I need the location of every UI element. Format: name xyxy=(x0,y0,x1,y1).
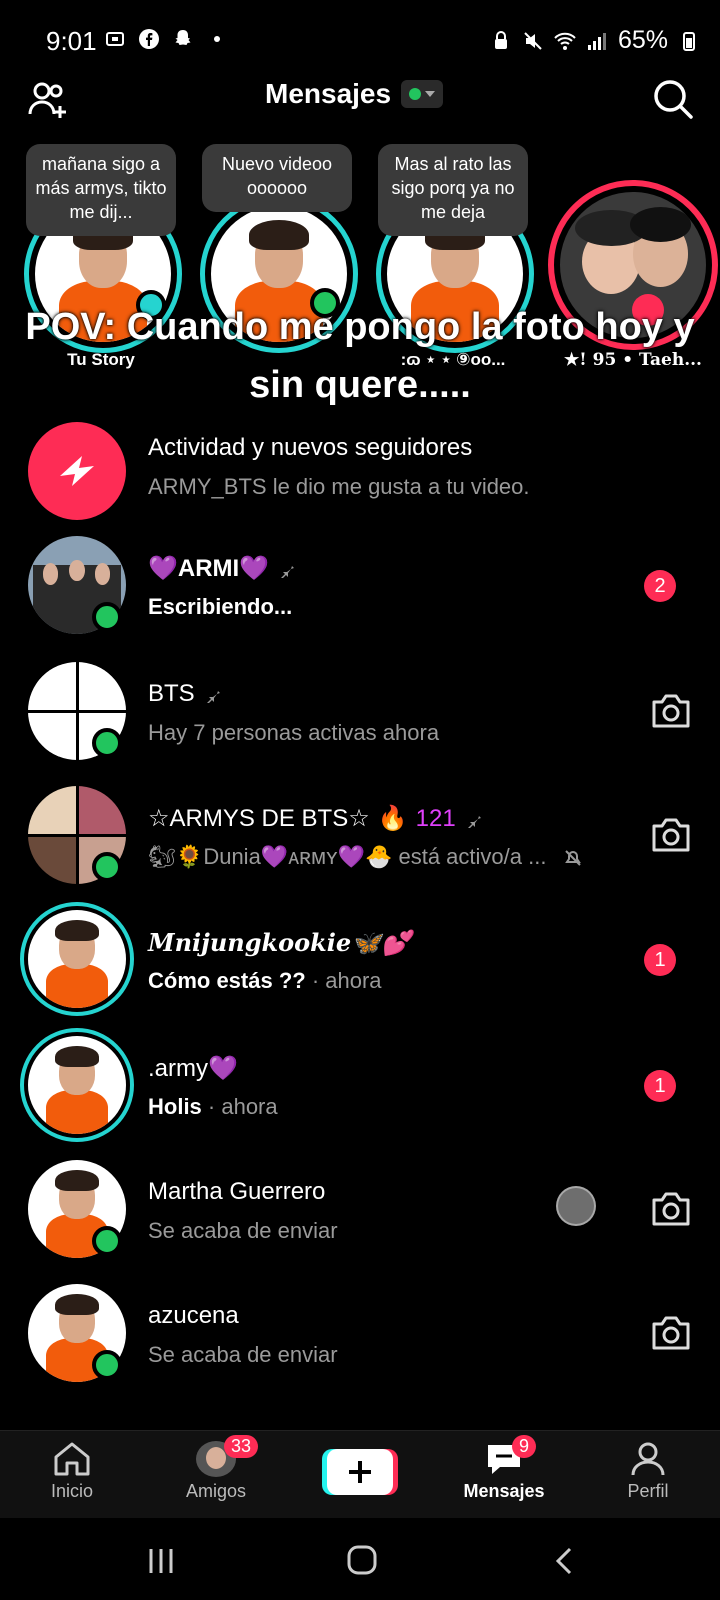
chat-preview: Se acaba de enviar xyxy=(148,1342,338,1367)
camera-icon[interactable] xyxy=(650,692,692,730)
nav-home[interactable]: Inicio xyxy=(22,1441,122,1502)
chat-preview: 🐿🌻Dunia💜ᴀʀᴍʏ💜🐣 está activo/a ... xyxy=(148,844,583,870)
chat-preview: Se acaba de enviar xyxy=(148,1218,338,1243)
chat-row[interactable]: Martha Guerrero Se acaba de enviar xyxy=(0,1148,720,1272)
status-right-icons: 65% xyxy=(490,26,700,55)
story-avatar-ring xyxy=(20,902,134,1016)
chat-row[interactable]: azucena Se acaba de enviar xyxy=(0,1272,720,1396)
online-status-icon xyxy=(92,728,122,758)
activity-row[interactable]: Actividad y nuevos seguidores ARMY_BTS l… xyxy=(0,400,720,524)
header-title-group[interactable]: Mensajes xyxy=(265,78,444,110)
create-button[interactable] xyxy=(322,1447,398,1497)
unread-badge: 1 xyxy=(644,944,676,976)
story-note-bubble: Mas al rato las sigo porq ya no me deja xyxy=(378,144,528,236)
avatar xyxy=(28,1036,126,1134)
home-button-icon[interactable] xyxy=(346,1544,378,1576)
activity-subtitle: ARMY_BTS le dio me gusta a tu video. xyxy=(148,474,530,499)
messages-badge: 9 xyxy=(512,1435,537,1458)
recent-apps-icon[interactable] xyxy=(146,1546,176,1576)
nav-friends-label: Amigos xyxy=(185,1481,247,1501)
story-note-bubble: mañana sigo a más armys, tikto me dij... xyxy=(26,144,176,236)
online-dot-icon xyxy=(409,88,422,100)
pin-icon xyxy=(467,810,481,828)
pin-icon xyxy=(206,686,220,703)
status-time: 9:01 xyxy=(46,26,97,56)
search-icon[interactable] xyxy=(652,78,694,120)
unread-badge: 1 xyxy=(644,1070,676,1102)
activity-icon xyxy=(28,422,126,520)
chat-row[interactable]: ☆ARMYS DE BTS☆ 🔥 121 🐿🌻Dunia💜ᴀʀᴍʏ💜🐣 está… xyxy=(0,774,720,898)
chat-preview: Cómo estás ?? · ahora xyxy=(148,968,382,993)
camera-icon[interactable] xyxy=(650,1314,692,1352)
touch-indicator xyxy=(556,1186,596,1226)
chat-name: Martha Guerrero xyxy=(148,1178,326,1205)
chat-name: azucena xyxy=(148,1302,239,1329)
dot-icon xyxy=(214,36,220,42)
home-icon xyxy=(54,1442,90,1476)
chat-name: ☆ARMYS DE BTS☆ 🔥 121 xyxy=(148,804,482,833)
system-nav-bar xyxy=(0,1518,720,1600)
nav-profile[interactable]: Perfil xyxy=(598,1441,698,1502)
camera-icon[interactable] xyxy=(650,816,692,854)
chevron-down-icon xyxy=(425,91,436,97)
facebook-icon xyxy=(139,29,159,49)
camera-icon[interactable] xyxy=(650,1190,692,1228)
status-left-icons xyxy=(104,28,228,50)
screenshot-icon xyxy=(106,32,124,46)
chat-name: 𝑴𝒏𝒊𝒋𝒖𝒏𝒈𝒌𝒐𝒐𝒌𝒊𝒆🦋💕 xyxy=(148,928,411,957)
lock-icon xyxy=(494,30,507,49)
chat-row[interactable]: 𝑴𝒏𝒊𝒋𝒖𝒏𝒈𝒌𝒐𝒐𝒌𝒊𝒆🦋💕 Cómo estás ?? · ahora 1 xyxy=(0,898,720,1022)
signal-icon xyxy=(587,32,606,50)
profile-icon xyxy=(631,1442,665,1476)
top-header: Mensajes xyxy=(0,70,720,126)
chat-row[interactable]: .army💜 Holis · ahora 1 xyxy=(0,1024,720,1148)
page-title: Mensajes xyxy=(265,78,392,109)
bottom-nav: Inicio 33 Amigos 9 Mensajes Perfil xyxy=(0,1430,720,1518)
chat-row[interactable]: BTS Hay 7 personas activas ahora xyxy=(0,650,720,774)
lightning-icon xyxy=(60,456,94,486)
online-status-icon xyxy=(92,602,122,632)
add-friend-icon[interactable] xyxy=(26,78,70,122)
activity-title: Actividad y nuevos seguidores xyxy=(148,434,473,461)
status-bar: 9:01 65% xyxy=(0,0,720,80)
chat-name: 💜ARMI💜 xyxy=(148,554,295,583)
nav-messages-label: Mensajes xyxy=(463,1481,545,1501)
back-icon[interactable] xyxy=(552,1546,576,1576)
streak-flame-icon: 🔥 xyxy=(377,805,408,832)
avatar xyxy=(28,910,126,1008)
muted-bell-icon xyxy=(564,850,581,866)
unread-badge: 2 xyxy=(644,570,676,602)
battery-icon xyxy=(683,31,695,51)
chat-preview: Holis · ahora xyxy=(148,1094,278,1119)
streak-count: 121 xyxy=(415,804,456,832)
snapchat-icon xyxy=(175,30,191,45)
video-caption-overlay: POV: Cuando me pongo la foto hoy y sin q… xyxy=(25,306,695,406)
chat-preview: Escribiendo... xyxy=(148,594,293,619)
battery-percent: 65% xyxy=(617,26,668,54)
nav-home-label: Inicio xyxy=(50,1481,94,1501)
online-status-toggle[interactable] xyxy=(401,80,444,108)
online-status-icon xyxy=(92,852,122,882)
chat-preview: Hay 7 personas activas ahora xyxy=(148,720,440,745)
friends-badge: 33 xyxy=(224,1435,259,1458)
nav-friends[interactable]: 33 Amigos xyxy=(166,1435,266,1502)
online-status-icon xyxy=(92,1350,122,1380)
online-status-icon xyxy=(92,1226,122,1256)
story-note-bubble: Nuevo videoo oooooo xyxy=(202,144,352,212)
nav-messages[interactable]: 9 Mensajes xyxy=(454,1435,554,1502)
wifi-icon xyxy=(554,32,576,50)
chat-name: .army💜 xyxy=(148,1055,238,1082)
mute-icon xyxy=(524,31,542,50)
nav-profile-label: Perfil xyxy=(627,1481,669,1501)
story-avatar-ring xyxy=(20,1028,134,1142)
chat-row[interactable]: 💜ARMI💜 Escribiendo... 2 xyxy=(0,524,720,648)
chat-name: BTS xyxy=(148,680,221,708)
pin-icon xyxy=(281,560,295,578)
